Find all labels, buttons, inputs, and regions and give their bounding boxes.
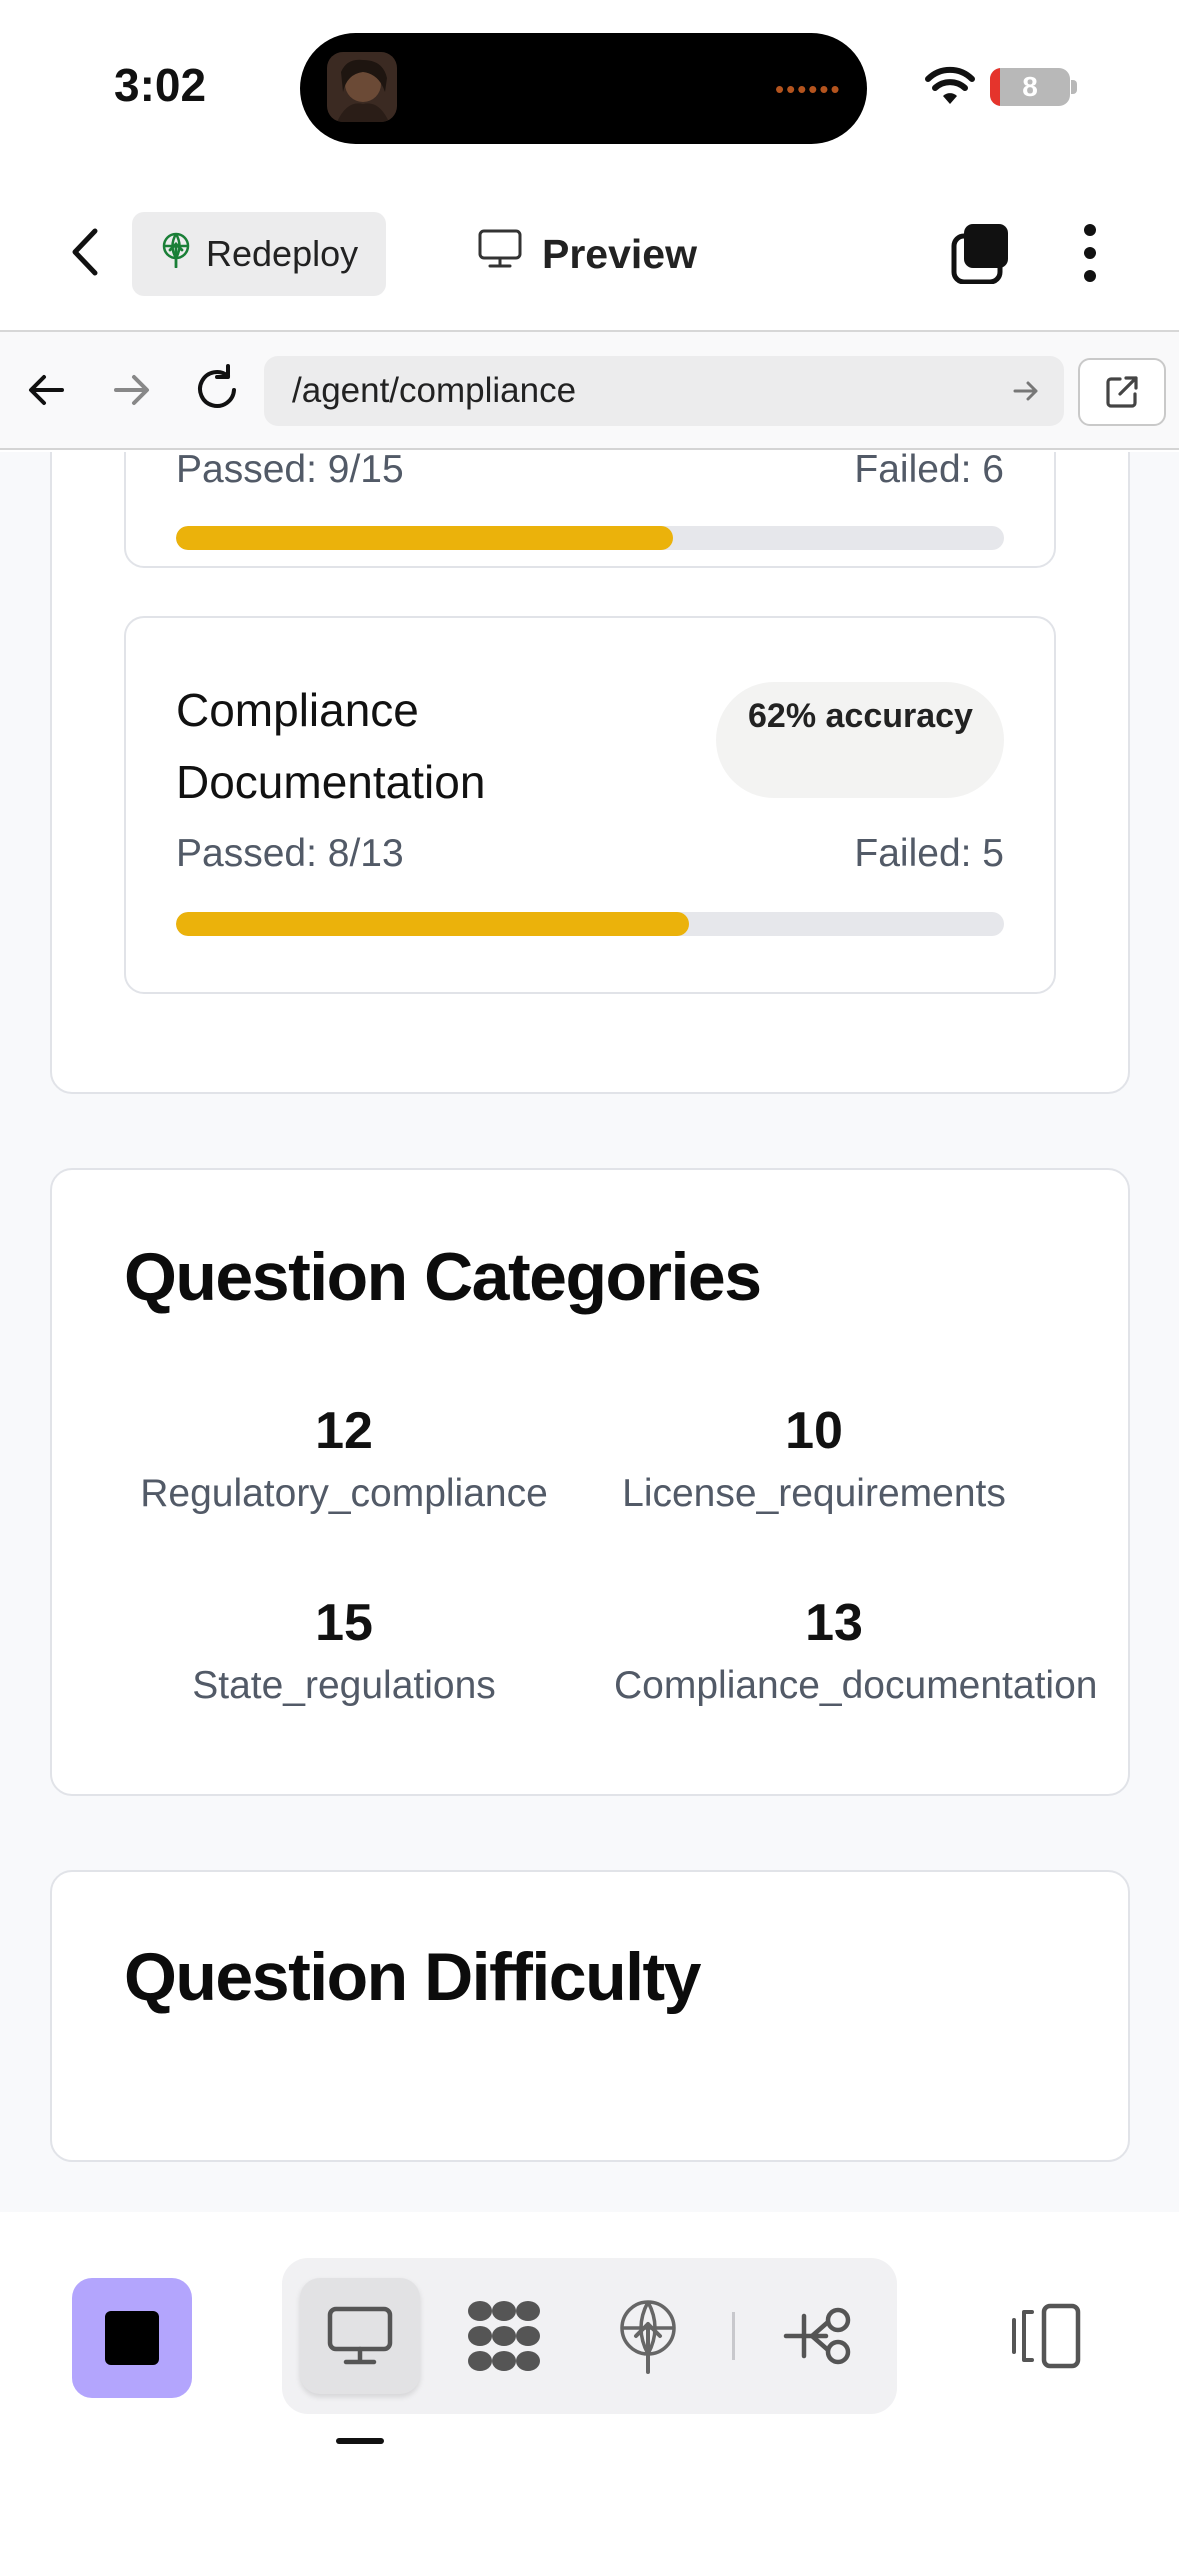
mode-design-button[interactable]: [444, 2278, 564, 2394]
monitor-icon: [478, 229, 522, 279]
battery-icon: 8: [990, 68, 1070, 106]
more-vertical-icon[interactable]: [1070, 222, 1110, 284]
section-title: Question Difficulty: [124, 1939, 701, 2015]
question-difficulty-card: Question Difficulty: [50, 1870, 1130, 2162]
chevron-left-icon: [72, 228, 98, 276]
accuracy-badge: 62% accuracy: [716, 682, 1004, 798]
passed-count: Passed: 8/13: [176, 832, 404, 875]
deploy-icon: [160, 232, 192, 277]
page-content: Passed: 9/15 Failed: 6 Compliance Docume…: [0, 452, 1179, 2212]
back-button[interactable]: [56, 222, 116, 282]
result-item-previous: Passed: 9/15 Failed: 6: [124, 452, 1056, 568]
category-stat: 13 Compliance_documentation: [614, 1592, 1098, 1708]
reload-button[interactable]: [188, 360, 246, 420]
mode-deploy-button[interactable]: [588, 2278, 708, 2394]
external-link-icon: [1106, 376, 1138, 408]
stop-button[interactable]: [72, 2278, 192, 2398]
preview-label: Preview: [542, 230, 697, 277]
category-count: 12: [315, 1402, 373, 1460]
category-name: License_requirements: [622, 1472, 1006, 1515]
battery-tip: [1071, 80, 1077, 94]
results-card: Passed: 9/15 Failed: 6 Compliance Docume…: [50, 452, 1130, 1094]
progress-bar: [176, 526, 1004, 550]
stop-icon: [105, 2311, 159, 2365]
go-arrow-icon[interactable]: [1010, 375, 1042, 416]
browser-forward-button[interactable]: [106, 362, 156, 418]
arrow-right-icon: [114, 375, 149, 405]
active-mode-indicator: [336, 2438, 384, 2444]
status-time: 3:02: [114, 59, 207, 111]
url-field[interactable]: /agent/compliance: [264, 356, 1064, 426]
mode-workflow-button[interactable]: [758, 2278, 878, 2394]
category-count: 10: [785, 1402, 843, 1460]
progress-fill: [176, 526, 673, 550]
redeploy-button[interactable]: Redeploy: [132, 212, 386, 296]
flow-icon: [783, 2307, 851, 2365]
wifi-icon: [925, 66, 975, 111]
progress-fill: [176, 912, 690, 936]
url-text: /agent/compliance: [292, 371, 577, 410]
panel-toggle-icon[interactable]: [1010, 2300, 1082, 2372]
category-name: State_regulations: [192, 1664, 496, 1707]
browser-back-button[interactable]: [22, 362, 72, 418]
preview-button[interactable]: Preview: [478, 218, 697, 290]
section-title: Question Categories: [124, 1239, 762, 1315]
question-categories-card: Question Categories 12 Regulatory_compli…: [50, 1168, 1130, 1796]
mode-preview-button[interactable]: [300, 2278, 420, 2394]
category-name: Regulatory_compliance: [140, 1472, 548, 1515]
failed-count: Failed: 6: [854, 452, 1004, 491]
category-count: 15: [315, 1594, 373, 1652]
result-item-compliance-documentation: Compliance Documentation 62% accuracy Pa…: [124, 616, 1056, 994]
shapes-icon: [468, 2301, 540, 2371]
tabs-icon[interactable]: [950, 222, 1010, 285]
result-item-title: Compliance Documentation: [176, 684, 486, 808]
progress-bar: [176, 912, 1004, 936]
category-stat: 12 Regulatory_compliance: [124, 1400, 564, 1516]
category-count: 13: [805, 1594, 863, 1652]
passed-count: Passed: 9/15: [176, 452, 404, 491]
category-stat: 10 License_requirements: [594, 1400, 1034, 1516]
deploy-icon: [620, 2300, 676, 2374]
reload-icon: [198, 364, 236, 408]
monitor-icon: [327, 2306, 393, 2365]
arrow-left-icon: [29, 375, 64, 405]
category-name: Compliance_documentation: [614, 1664, 1098, 1707]
category-stat: 15 State_regulations: [124, 1592, 564, 1708]
open-external-button[interactable]: [1078, 358, 1166, 426]
mode-divider: [732, 2312, 735, 2360]
redeploy-label: Redeploy: [206, 233, 359, 274]
failed-count: Failed: 5: [854, 832, 1004, 875]
activity-indicator: ••••••: [775, 74, 842, 104]
now-playing-artwork: [327, 52, 397, 122]
